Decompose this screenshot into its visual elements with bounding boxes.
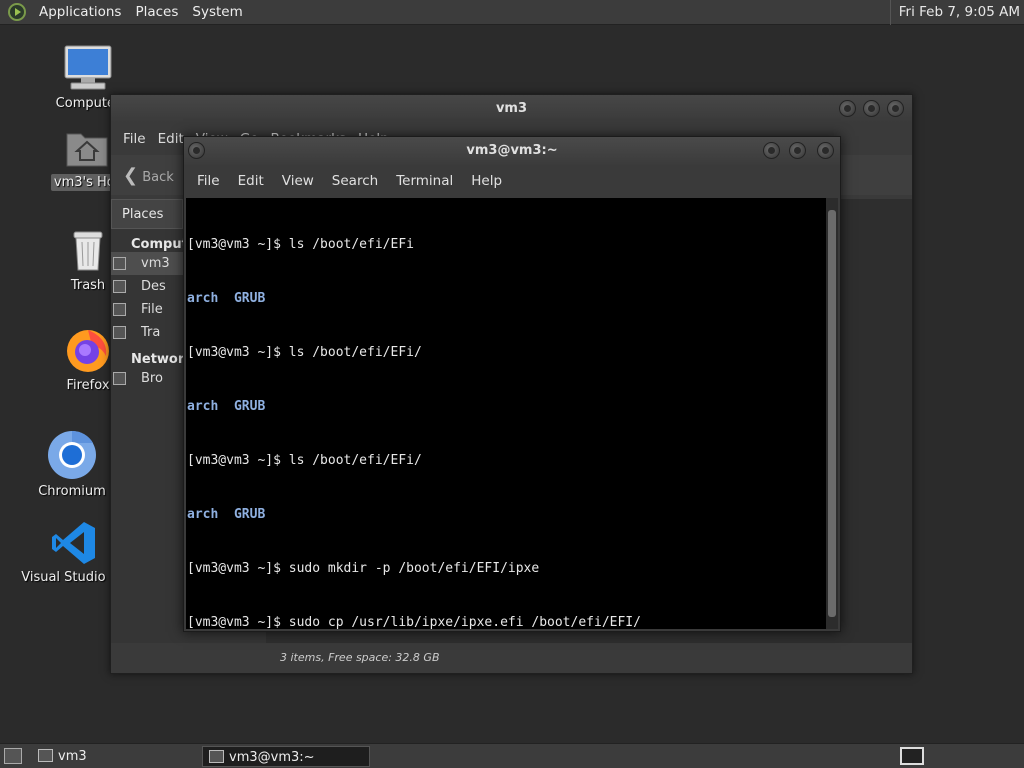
menu-terminal[interactable]: Terminal xyxy=(387,173,462,189)
menu-help[interactable]: Help xyxy=(462,173,511,189)
terminal-line: [vm3@vm3 ~]$ ls /boot/efi/EFi xyxy=(187,237,414,252)
terminal-line: arch GRUB xyxy=(187,399,266,414)
sidebar-item-label: vm3 xyxy=(141,256,170,271)
menu-view[interactable]: View xyxy=(273,173,323,189)
home-folder-icon xyxy=(66,133,108,167)
bottom-panel: vm3 vm3@vm3:~ xyxy=(0,743,1024,768)
sidebar-item-label: Tra xyxy=(141,325,161,340)
back-label: Back xyxy=(142,170,174,185)
minimize-button[interactable] xyxy=(839,100,856,117)
window-title[interactable]: vm3@vm3:~ xyxy=(184,137,840,165)
menubar: File Edit View Search Terminal Help xyxy=(184,167,840,195)
desktop-icon xyxy=(113,280,126,293)
sidebar-item-label: Des xyxy=(141,279,166,294)
scrollbar-thumb[interactable] xyxy=(828,210,836,617)
menu-applications[interactable]: Applications xyxy=(32,0,128,25)
close-button[interactable] xyxy=(887,100,904,117)
computer-icon xyxy=(64,45,112,90)
desktop-icon-chromium[interactable]: Chromium xyxy=(36,430,108,499)
terminal-line: [vm3@vm3 ~]$ sudo cp /usr/lib/ipxe/ipxe.… xyxy=(187,615,641,629)
desktop-icon-label: Chromium xyxy=(38,484,106,499)
terminal-line: arch GRUB xyxy=(187,291,266,306)
sidebar-item-label: Bro xyxy=(141,371,163,386)
window-title[interactable]: vm3 xyxy=(111,95,912,123)
close-button[interactable] xyxy=(817,142,834,159)
taskbar-item-file-manager[interactable]: vm3 xyxy=(32,746,200,767)
scrollbar[interactable] xyxy=(826,198,838,629)
maximize-button[interactable] xyxy=(789,142,806,159)
terminal-line: arch GRUB xyxy=(187,507,266,522)
drive-icon xyxy=(113,303,126,316)
back-button[interactable]: ❮ Back xyxy=(123,165,174,186)
show-desktop-icon[interactable] xyxy=(4,748,22,764)
maximize-button[interactable] xyxy=(863,100,880,117)
mate-logo-icon[interactable] xyxy=(8,3,26,21)
trash-icon xyxy=(73,231,103,271)
taskbar-item-label: vm3 xyxy=(58,749,87,764)
window-menu-button[interactable] xyxy=(188,142,205,159)
menu-edit[interactable]: Edit xyxy=(229,173,273,189)
clock[interactable]: Fri Feb 7, 9:05 AM xyxy=(889,0,1024,25)
terminal-window[interactable]: vm3@vm3:~ File Edit View Search Terminal… xyxy=(183,136,841,632)
terminal-line: [vm3@vm3 ~]$ ls /boot/efi/EFi/ xyxy=(187,345,422,360)
workspace-switcher[interactable] xyxy=(900,747,924,765)
network-icon xyxy=(113,372,126,385)
menu-search[interactable]: Search xyxy=(323,173,387,189)
places-dropdown[interactable]: Places xyxy=(111,199,183,229)
terminal-icon xyxy=(209,750,224,763)
terminal-line: [vm3@vm3 ~]$ sudo mkdir -p /boot/efi/EFI… xyxy=(187,561,540,576)
menu-file[interactable]: File xyxy=(117,131,152,147)
desktop-icon-label: Trash xyxy=(70,278,106,293)
desktop-icon-label: Firefox xyxy=(66,378,110,393)
taskbar-item-terminal[interactable]: vm3@vm3:~ xyxy=(202,746,370,767)
sidebar-item-label: File xyxy=(141,302,163,317)
menu-places[interactable]: Places xyxy=(128,0,185,25)
home-folder-icon xyxy=(38,749,53,762)
firefox-icon xyxy=(67,330,109,372)
vscode-icon xyxy=(52,522,95,564)
terminal-screen[interactable]: [vm3@vm3 ~]$ ls /boot/efi/EFi arch GRUB … xyxy=(186,198,826,629)
trash-icon xyxy=(113,326,126,339)
menu-file[interactable]: File xyxy=(188,173,229,189)
chromium-icon xyxy=(48,430,96,479)
home-icon xyxy=(113,257,126,270)
terminal-line: [vm3@vm3 ~]$ ls /boot/efi/EFi/ xyxy=(187,453,422,468)
back-arrow-icon: ❮ xyxy=(123,165,139,186)
status-bar: 3 items, Free space: 32.8 GB xyxy=(266,643,912,673)
menu-system[interactable]: System xyxy=(185,0,249,25)
top-panel: Applications Places System Fri Feb 7, 9:… xyxy=(0,0,1024,25)
minimize-button[interactable] xyxy=(763,142,780,159)
taskbar-item-label: vm3@vm3:~ xyxy=(229,750,315,765)
